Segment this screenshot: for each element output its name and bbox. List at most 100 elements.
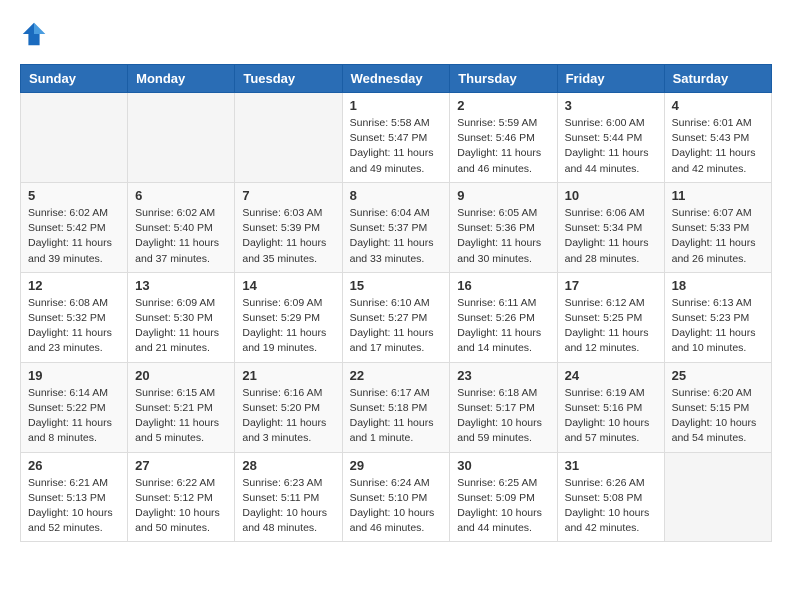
day-number: 5: [28, 188, 120, 203]
day-info: Sunrise: 6:04 AM Sunset: 5:37 PM Dayligh…: [350, 206, 443, 267]
calendar-day-7: 7 Sunrise: 6:03 AM Sunset: 5:39 PM Daylig…: [235, 182, 342, 272]
weekday-header-saturday: Saturday: [664, 65, 771, 93]
day-number: 19: [28, 368, 120, 383]
calendar-week-row: 5 Sunrise: 6:02 AM Sunset: 5:42 PM Daylig…: [21, 182, 772, 272]
calendar-empty-cell: [235, 93, 342, 183]
calendar-day-4: 4Sunrise: 6:01 AM Sunset: 5:43 PM Daylig…: [664, 93, 771, 183]
calendar-day-16: 16 Sunrise: 6:11 AM Sunset: 5:26 PM Dayli…: [450, 272, 557, 362]
calendar-day-22: 22 Sunrise: 6:17 AM Sunset: 5:18 PM Dayli…: [342, 362, 450, 452]
day-number: 26: [28, 458, 120, 473]
day-info: Sunrise: 6:09 AM Sunset: 5:29 PM Dayligh…: [242, 296, 334, 357]
day-info: Sunrise: 6:00 AM Sunset: 5:44 PM Dayligh…: [565, 116, 657, 177]
day-number: 7: [242, 188, 334, 203]
calendar-day-25: 25 Sunrise: 6:20 AM Sunset: 5:15 PM Dayli…: [664, 362, 771, 452]
day-number: 28: [242, 458, 334, 473]
day-number: 11: [672, 188, 764, 203]
calendar-empty-cell: [664, 452, 771, 542]
calendar-week-row: 12Sunrise: 6:08 AM Sunset: 5:32 PM Dayli…: [21, 272, 772, 362]
day-info: Sunrise: 6:26 AM Sunset: 5:08 PM Dayligh…: [565, 476, 657, 537]
day-info: Sunrise: 6:10 AM Sunset: 5:27 PM Dayligh…: [350, 296, 443, 357]
day-info: Sunrise: 6:05 AM Sunset: 5:36 PM Dayligh…: [457, 206, 549, 267]
day-number: 2: [457, 98, 549, 113]
day-number: 21: [242, 368, 334, 383]
day-info: Sunrise: 6:11 AM Sunset: 5:26 PM Dayligh…: [457, 296, 549, 357]
calendar-day-8: 8 Sunrise: 6:04 AM Sunset: 5:37 PM Daylig…: [342, 182, 450, 272]
day-info: Sunrise: 6:18 AM Sunset: 5:17 PM Dayligh…: [457, 386, 549, 447]
day-info: Sunrise: 6:02 AM Sunset: 5:40 PM Dayligh…: [135, 206, 227, 267]
day-number: 8: [350, 188, 443, 203]
day-number: 30: [457, 458, 549, 473]
calendar-day-3: 3 Sunrise: 6:00 AM Sunset: 5:44 PM Daylig…: [557, 93, 664, 183]
day-number: 24: [565, 368, 657, 383]
calendar-day-11: 11 Sunrise: 6:07 AM Sunset: 5:33 PM Dayli…: [664, 182, 771, 272]
calendar-day-13: 13Sunrise: 6:09 AM Sunset: 5:30 PM Dayli…: [128, 272, 235, 362]
calendar-week-row: 1 Sunrise: 5:58 AM Sunset: 5:47 PM Daylig…: [21, 93, 772, 183]
day-info: Sunrise: 6:01 AM Sunset: 5:43 PM Dayligh…: [672, 116, 764, 177]
calendar-day-27: 27 Sunrise: 6:22 AM Sunset: 5:12 PM Dayli…: [128, 452, 235, 542]
calendar-day-15: 15 Sunrise: 6:10 AM Sunset: 5:27 PM Dayli…: [342, 272, 450, 362]
logo-icon: [20, 20, 48, 48]
day-info: Sunrise: 6:17 AM Sunset: 5:18 PM Dayligh…: [350, 386, 443, 447]
calendar-day-12: 12Sunrise: 6:08 AM Sunset: 5:32 PM Dayli…: [21, 272, 128, 362]
day-info: Sunrise: 6:07 AM Sunset: 5:33 PM Dayligh…: [672, 206, 764, 267]
weekday-header-monday: Monday: [128, 65, 235, 93]
calendar-day-19: 19 Sunrise: 6:14 AM Sunset: 5:22 PM Dayli…: [21, 362, 128, 452]
calendar-day-6: 6Sunrise: 6:02 AM Sunset: 5:40 PM Daylig…: [128, 182, 235, 272]
calendar-week-row: 26Sunrise: 6:21 AM Sunset: 5:13 PM Dayli…: [21, 452, 772, 542]
day-info: Sunrise: 6:22 AM Sunset: 5:12 PM Dayligh…: [135, 476, 227, 537]
day-number: 16: [457, 278, 549, 293]
day-info: Sunrise: 6:13 AM Sunset: 5:23 PM Dayligh…: [672, 296, 764, 357]
day-info: Sunrise: 6:03 AM Sunset: 5:39 PM Dayligh…: [242, 206, 334, 267]
weekday-header-tuesday: Tuesday: [235, 65, 342, 93]
weekday-header-thursday: Thursday: [450, 65, 557, 93]
day-info: Sunrise: 5:59 AM Sunset: 5:46 PM Dayligh…: [457, 116, 549, 177]
calendar-empty-cell: [21, 93, 128, 183]
day-number: 9: [457, 188, 549, 203]
calendar-day-18: 18 Sunrise: 6:13 AM Sunset: 5:23 PM Dayli…: [664, 272, 771, 362]
day-number: 1: [350, 98, 443, 113]
day-info: Sunrise: 6:16 AM Sunset: 5:20 PM Dayligh…: [242, 386, 334, 447]
day-number: 20: [135, 368, 227, 383]
day-number: 18: [672, 278, 764, 293]
day-number: 10: [565, 188, 657, 203]
day-info: Sunrise: 6:06 AM Sunset: 5:34 PM Dayligh…: [565, 206, 657, 267]
calendar-day-10: 10 Sunrise: 6:06 AM Sunset: 5:34 PM Dayli…: [557, 182, 664, 272]
day-number: 15: [350, 278, 443, 293]
day-number: 22: [350, 368, 443, 383]
calendar-table: SundayMondayTuesdayWednesdayThursdayFrid…: [20, 64, 772, 542]
weekday-header-row: SundayMondayTuesdayWednesdayThursdayFrid…: [21, 65, 772, 93]
calendar-day-31: 31Sunrise: 6:26 AM Sunset: 5:08 PM Dayli…: [557, 452, 664, 542]
day-info: Sunrise: 5:58 AM Sunset: 5:47 PM Dayligh…: [350, 116, 443, 177]
page-header: [20, 20, 772, 48]
day-number: 23: [457, 368, 549, 383]
calendar-day-23: 23 Sunrise: 6:18 AM Sunset: 5:17 PM Dayli…: [450, 362, 557, 452]
day-info: Sunrise: 6:14 AM Sunset: 5:22 PM Dayligh…: [28, 386, 120, 447]
weekday-header-wednesday: Wednesday: [342, 65, 450, 93]
calendar-day-28: 28 Sunrise: 6:23 AM Sunset: 5:11 PM Dayli…: [235, 452, 342, 542]
day-number: 3: [565, 98, 657, 113]
calendar-day-29: 29Sunrise: 6:24 AM Sunset: 5:10 PM Dayli…: [342, 452, 450, 542]
calendar-empty-cell: [128, 93, 235, 183]
calendar-day-30: 30Sunrise: 6:25 AM Sunset: 5:09 PM Dayli…: [450, 452, 557, 542]
day-number: 14: [242, 278, 334, 293]
calendar-day-24: 24Sunrise: 6:19 AM Sunset: 5:16 PM Dayli…: [557, 362, 664, 452]
calendar-week-row: 19 Sunrise: 6:14 AM Sunset: 5:22 PM Dayli…: [21, 362, 772, 452]
logo: [20, 20, 52, 48]
calendar-day-9: 9 Sunrise: 6:05 AM Sunset: 5:36 PM Daylig…: [450, 182, 557, 272]
day-info: Sunrise: 6:09 AM Sunset: 5:30 PM Dayligh…: [135, 296, 227, 357]
day-number: 25: [672, 368, 764, 383]
day-number: 27: [135, 458, 227, 473]
weekday-header-sunday: Sunday: [21, 65, 128, 93]
calendar-day-1: 1 Sunrise: 5:58 AM Sunset: 5:47 PM Daylig…: [342, 93, 450, 183]
day-info: Sunrise: 6:15 AM Sunset: 5:21 PM Dayligh…: [135, 386, 227, 447]
day-info: Sunrise: 6:02 AM Sunset: 5:42 PM Dayligh…: [28, 206, 120, 267]
calendar-day-17: 17Sunrise: 6:12 AM Sunset: 5:25 PM Dayli…: [557, 272, 664, 362]
calendar-day-20: 20 Sunrise: 6:15 AM Sunset: 5:21 PM Dayli…: [128, 362, 235, 452]
day-info: Sunrise: 6:08 AM Sunset: 5:32 PM Dayligh…: [28, 296, 120, 357]
calendar-day-21: 21 Sunrise: 6:16 AM Sunset: 5:20 PM Dayli…: [235, 362, 342, 452]
calendar-day-26: 26Sunrise: 6:21 AM Sunset: 5:13 PM Dayli…: [21, 452, 128, 542]
day-info: Sunrise: 6:23 AM Sunset: 5:11 PM Dayligh…: [242, 476, 334, 537]
calendar-day-5: 5 Sunrise: 6:02 AM Sunset: 5:42 PM Daylig…: [21, 182, 128, 272]
day-info: Sunrise: 6:20 AM Sunset: 5:15 PM Dayligh…: [672, 386, 764, 447]
calendar-day-14: 14 Sunrise: 6:09 AM Sunset: 5:29 PM Dayli…: [235, 272, 342, 362]
